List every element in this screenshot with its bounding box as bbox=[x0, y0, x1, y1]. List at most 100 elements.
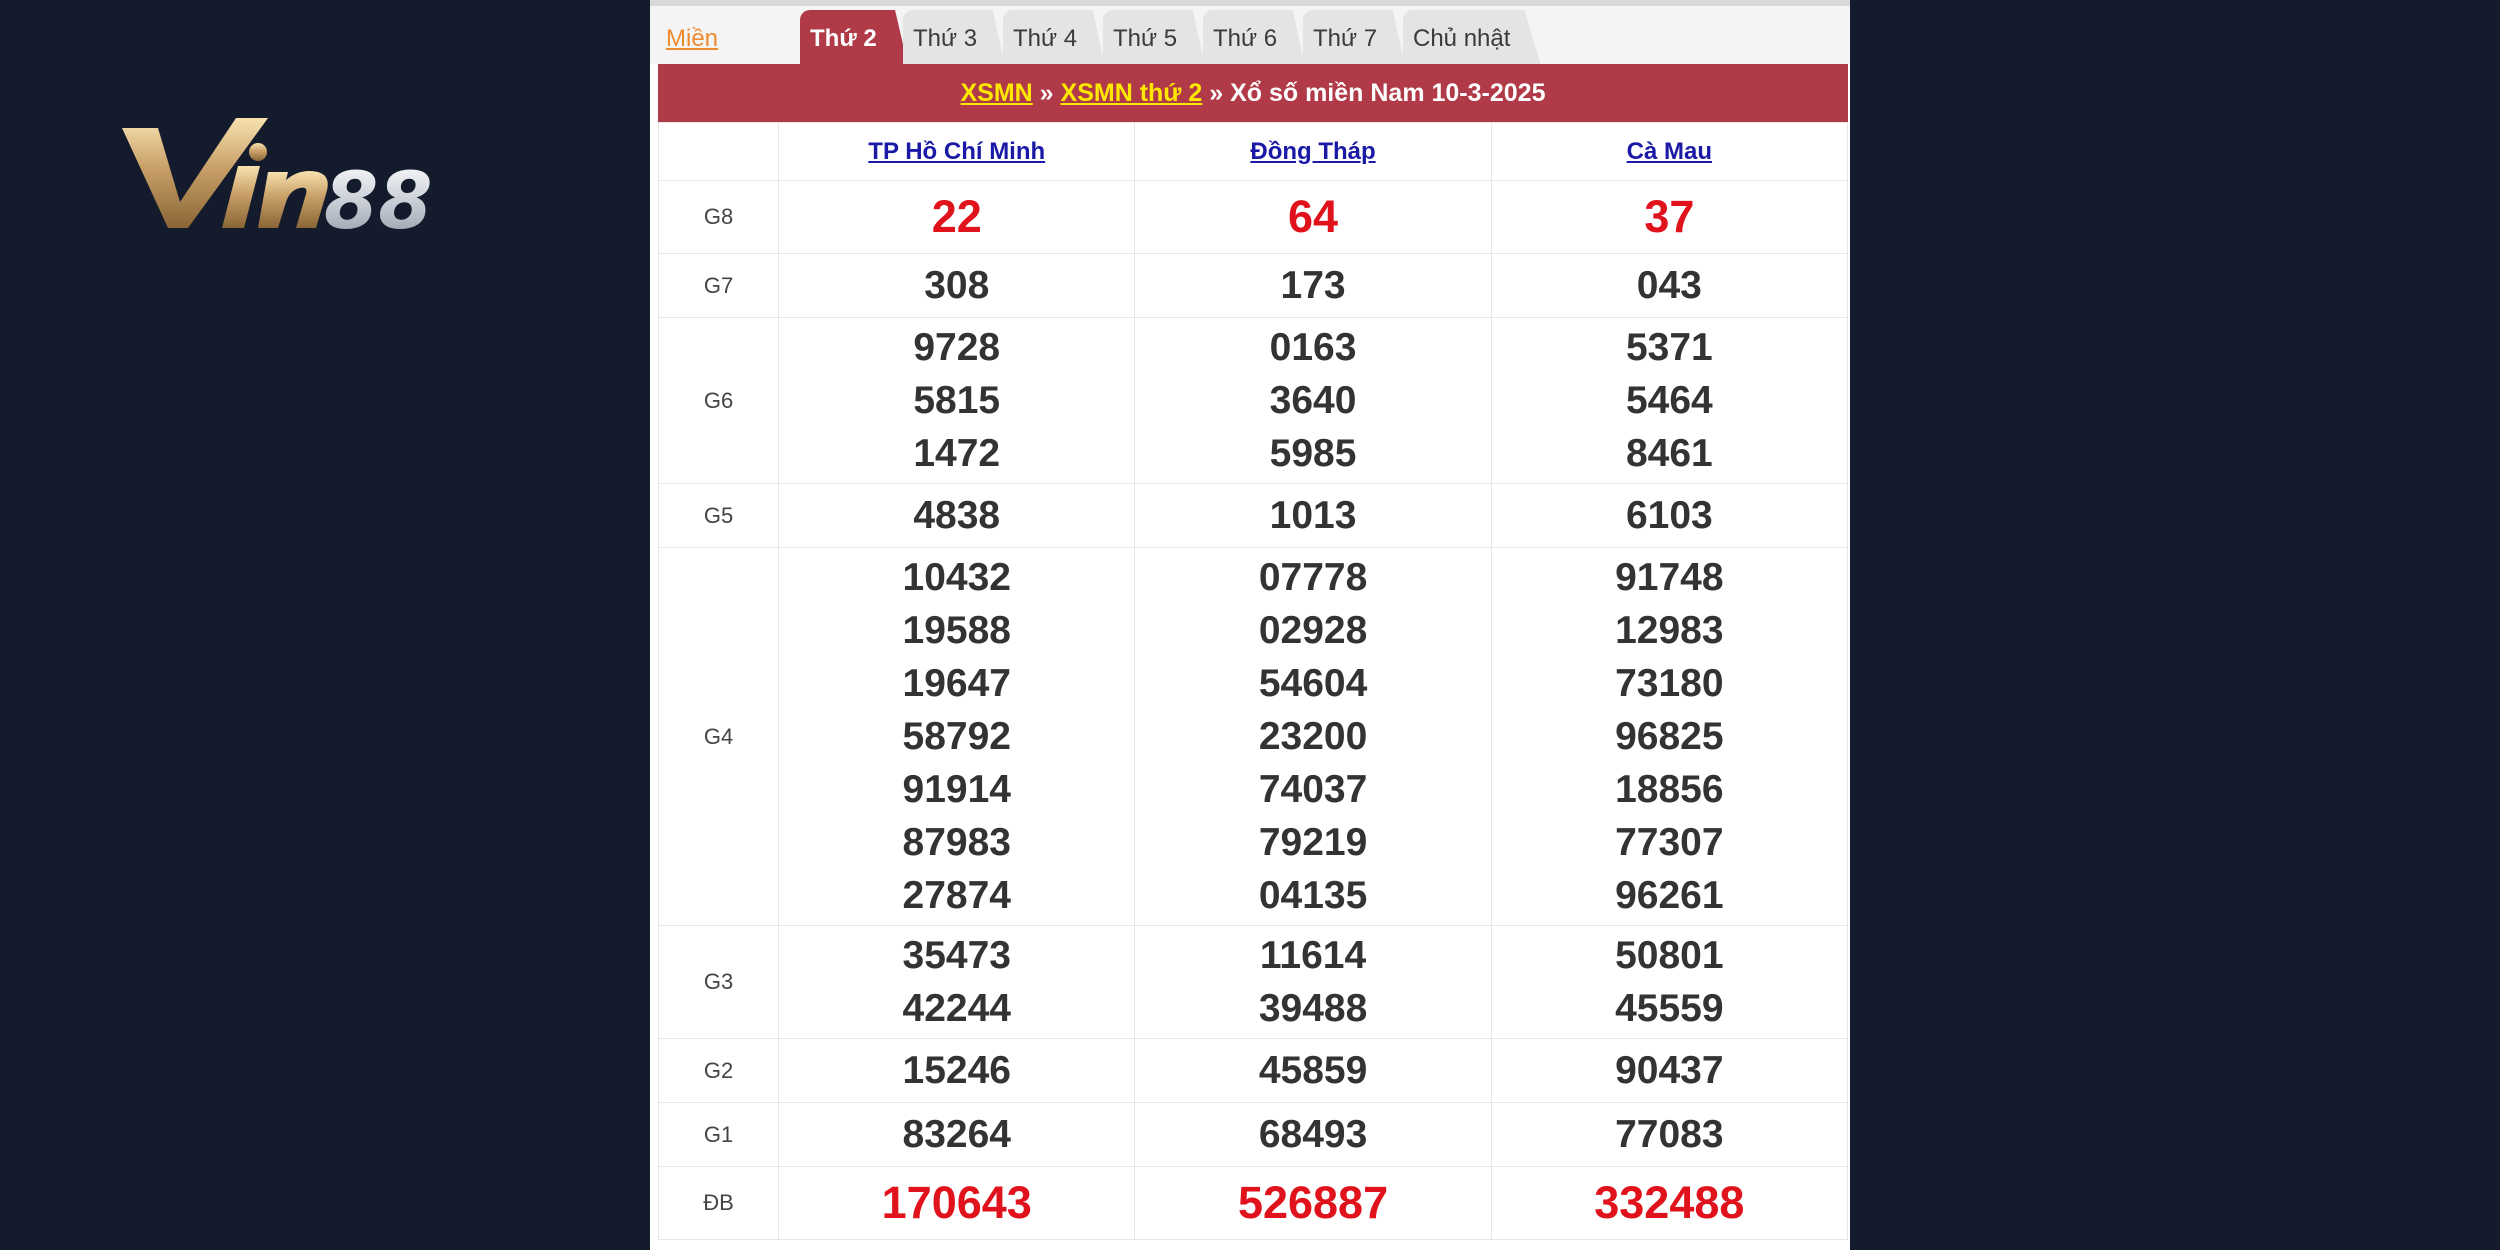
prize-cell: 68493 bbox=[1134, 1102, 1492, 1167]
prize-cell: 37 bbox=[1490, 180, 1849, 254]
winning-number: 50801 bbox=[1615, 934, 1724, 977]
winning-number: 79219 bbox=[1258, 821, 1368, 864]
prize-cell: 07778 02928 54604 23200 74037 79219 04135 bbox=[1134, 547, 1492, 926]
prize-cell: 90437 bbox=[1490, 1038, 1849, 1103]
winning-number: 04135 bbox=[1258, 874, 1368, 917]
winning-number: 23200 bbox=[1258, 715, 1368, 758]
winning-number: 45559 bbox=[1615, 987, 1724, 1030]
prize-label: G2 bbox=[657, 1038, 780, 1103]
winning-number: 0163 bbox=[1269, 326, 1357, 369]
results-title: XSMN » XSMN thứ 2 » Xổ số miền Nam 10-3-… bbox=[658, 64, 1848, 122]
prize-cell: 526887 bbox=[1134, 1166, 1492, 1240]
logo-graphic: 88 bbox=[122, 118, 433, 240]
prize-cell: 64 bbox=[1134, 180, 1492, 254]
winning-number: 5464 bbox=[1625, 379, 1713, 422]
prize-cell: 91748 12983 73180 96825 18856 77307 96261 bbox=[1490, 547, 1849, 926]
prize-label: G6 bbox=[657, 317, 780, 484]
prize-label: G3 bbox=[657, 925, 780, 1039]
prize-cell: 0163 3640 5985 bbox=[1134, 317, 1492, 484]
prize-row-đb: ĐB 170643 526887 332488 bbox=[657, 1166, 1849, 1240]
tab-thu-5[interactable]: Thứ 5 bbox=[1103, 10, 1205, 66]
prize-row-g8: G8 22 64 37 bbox=[657, 180, 1849, 254]
winning-number: 64 bbox=[1288, 191, 1339, 242]
winning-number: 10432 bbox=[902, 556, 1011, 599]
results-title-text: Xổ số miền Nam 10-3-2025 bbox=[1230, 79, 1546, 107]
tab-thu-6[interactable]: Thứ 6 bbox=[1203, 10, 1305, 66]
prize-cell: 83264 bbox=[778, 1102, 1136, 1167]
winning-number: 19647 bbox=[902, 662, 1011, 705]
winning-number: 11614 bbox=[1259, 934, 1367, 977]
province-hcm[interactable]: TP Hồ Chí Minh bbox=[778, 122, 1136, 181]
province-ca-mau[interactable]: Cà Mau bbox=[1490, 122, 1849, 181]
winning-number: 35473 bbox=[902, 934, 1011, 977]
prize-cell: 45859 bbox=[1134, 1038, 1492, 1103]
province-link[interactable]: TP Hồ Chí Minh bbox=[868, 138, 1045, 165]
winning-number: 19588 bbox=[902, 609, 1011, 652]
winning-number: 22 bbox=[931, 191, 982, 242]
prize-rows: G8 22 64 37 G7 308 173 043 G6 9728 5815 1472 0163 364… bbox=[657, 180, 1849, 1240]
winning-number: 4838 bbox=[913, 494, 1001, 537]
province-dong-thap[interactable]: Đồng Tháp bbox=[1134, 122, 1492, 181]
prize-cell: 043 bbox=[1490, 253, 1849, 318]
province-header-row: TP Hồ Chí Minh Đồng Tháp Cà Mau bbox=[657, 122, 1849, 181]
province-link[interactable]: Đồng Tháp bbox=[1250, 138, 1375, 165]
tab-thu-4[interactable]: Thứ 4 bbox=[1003, 10, 1105, 66]
prize-row-g3: G3 35473 42244 11614 39488 50801 45559 bbox=[657, 925, 1849, 1039]
winning-number: 1013 bbox=[1269, 494, 1357, 537]
prize-cell: 10432 19588 19647 58792 91914 87983 27874 bbox=[778, 547, 1136, 926]
prize-cell: 6103 bbox=[1490, 483, 1849, 548]
tab-thu-7[interactable]: Thứ 7 bbox=[1303, 10, 1405, 66]
prize-cell: 173 bbox=[1134, 253, 1492, 318]
xsmn-link[interactable]: XSMN bbox=[961, 79, 1033, 107]
tab-thu-2[interactable]: Thứ 2 bbox=[800, 10, 908, 66]
prize-cell: 170643 bbox=[778, 1166, 1136, 1240]
tab-chu-nhat[interactable]: Chủ nhật bbox=[1403, 10, 1541, 66]
winning-number: 27874 bbox=[902, 874, 1011, 917]
tab-mien-nam[interactable]: Miền nam bbox=[656, 10, 784, 110]
vin88-logo: 88 bbox=[118, 110, 498, 240]
prize-cell: 332488 bbox=[1490, 1166, 1849, 1240]
prize-cell: 4838 bbox=[778, 483, 1136, 548]
prize-label: ĐB bbox=[657, 1166, 780, 1240]
prize-cell: 35473 42244 bbox=[778, 925, 1136, 1039]
prize-label: G1 bbox=[657, 1102, 780, 1167]
winning-number: 83264 bbox=[902, 1113, 1011, 1156]
winning-number: 6103 bbox=[1625, 494, 1713, 537]
winning-number: 39488 bbox=[1258, 987, 1368, 1030]
winning-number: 173 bbox=[1280, 264, 1346, 307]
winning-number: 42244 bbox=[902, 987, 1011, 1030]
prize-label: G7 bbox=[657, 253, 780, 318]
xsmn-thu-2-link[interactable]: XSMN thứ 2 bbox=[1061, 79, 1203, 107]
lottery-panel: Miền nam Thứ 2 Thứ 3 Thứ 4 Thứ 5 Thứ 6 T… bbox=[650, 0, 1850, 1250]
winning-number: 5985 bbox=[1269, 432, 1357, 475]
prize-cell: 308 bbox=[778, 253, 1136, 318]
prize-cell: 50801 45559 bbox=[1490, 925, 1849, 1039]
winning-number: 308 bbox=[924, 264, 990, 307]
winning-number: 74037 bbox=[1258, 768, 1368, 811]
winning-number: 3640 bbox=[1269, 379, 1357, 422]
winning-number: 1472 bbox=[913, 432, 1001, 475]
winning-number: 170643 bbox=[881, 1177, 1032, 1228]
winning-number: 526887 bbox=[1237, 1177, 1389, 1228]
prize-row-g4: G4 10432 19588 19647 58792 91914 87983 27874 077… bbox=[657, 547, 1849, 926]
winning-number: 15246 bbox=[902, 1049, 1011, 1092]
winning-number: 37 bbox=[1644, 191, 1695, 242]
winning-number: 12983 bbox=[1615, 609, 1724, 652]
winning-number: 73180 bbox=[1615, 662, 1724, 705]
winning-number: 77307 bbox=[1615, 821, 1724, 864]
prize-row-g7: G7 308 173 043 bbox=[657, 253, 1849, 318]
winning-number: 77083 bbox=[1615, 1113, 1724, 1156]
winning-number: 9728 bbox=[913, 326, 1001, 369]
prize-label: G8 bbox=[657, 180, 780, 254]
winning-number: 332488 bbox=[1594, 1177, 1745, 1228]
winning-number: 96825 bbox=[1615, 715, 1724, 758]
winning-number: 5371 bbox=[1625, 326, 1713, 369]
prize-header bbox=[657, 122, 780, 181]
tab-thu-3[interactable]: Thứ 3 bbox=[903, 10, 1005, 66]
winning-number: 91914 bbox=[902, 768, 1011, 811]
prize-cell: 15246 bbox=[778, 1038, 1136, 1103]
breadcrumb-separator: » bbox=[1202, 79, 1231, 107]
prize-cell: 9728 5815 1472 bbox=[778, 317, 1136, 484]
winning-number: 54604 bbox=[1258, 662, 1368, 705]
province-link[interactable]: Cà Mau bbox=[1627, 138, 1712, 165]
